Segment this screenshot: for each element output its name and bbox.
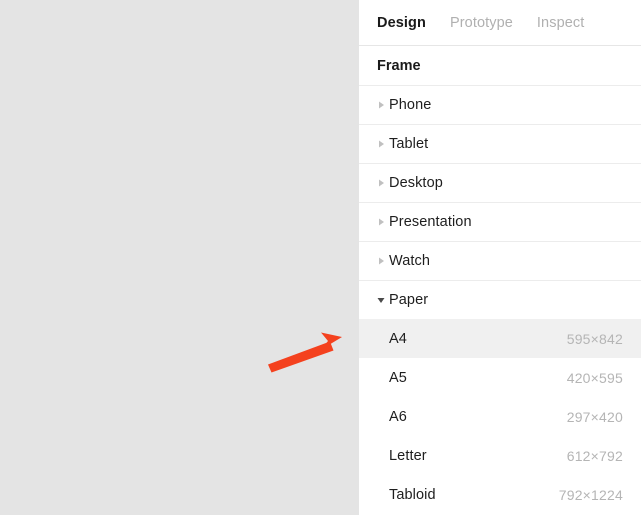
list-item-tabloid[interactable]: Tabloid 792×1224 — [359, 475, 641, 514]
chevron-right-icon — [373, 140, 389, 148]
group-label-desktop: Desktop — [389, 175, 443, 191]
chevron-right-icon — [373, 218, 389, 226]
chevron-down-icon — [373, 297, 389, 304]
group-label-tablet: Tablet — [389, 136, 429, 152]
list-item-a6[interactable]: A6 297×420 — [359, 397, 641, 436]
paper-size-dimensions: 792×1224 — [558, 486, 623, 503]
group-row-paper[interactable]: Paper — [359, 280, 641, 319]
group-row-phone[interactable]: Phone — [359, 85, 641, 124]
tab-inspect[interactable]: Inspect — [537, 15, 584, 31]
paper-size-name: Letter — [389, 447, 427, 464]
paper-size-name: A6 — [389, 408, 407, 425]
group-row-tablet[interactable]: Tablet — [359, 124, 641, 163]
group-row-watch[interactable]: Watch — [359, 241, 641, 280]
paper-size-dimensions: 297×420 — [566, 408, 623, 425]
list-item-letter[interactable]: Letter 612×792 — [359, 436, 641, 475]
paper-size-dimensions: 420×595 — [566, 369, 623, 386]
section-title-label: Frame — [377, 57, 421, 74]
chevron-right-icon — [373, 101, 389, 109]
paper-size-name: A5 — [389, 369, 407, 386]
group-label-paper: Paper — [389, 292, 429, 308]
chevron-right-icon — [373, 179, 389, 187]
right-properties-panel: Design Prototype Inspect Frame Phone Tab… — [359, 0, 641, 515]
canvas-area[interactable] — [0, 0, 359, 515]
figma-design-panel-screen: Design Prototype Inspect Frame Phone Tab… — [0, 0, 641, 515]
group-label-phone: Phone — [389, 97, 432, 113]
tab-prototype[interactable]: Prototype — [450, 15, 513, 31]
group-label-presentation: Presentation — [389, 214, 472, 230]
panel-tab-bar: Design Prototype Inspect — [359, 0, 641, 46]
paper-size-dimensions: 595×842 — [566, 330, 623, 347]
tab-design[interactable]: Design — [377, 15, 426, 31]
group-row-presentation[interactable]: Presentation — [359, 202, 641, 241]
list-item-a4[interactable]: A4 595×842 — [359, 319, 641, 358]
section-title-frame: Frame — [359, 46, 641, 85]
list-item-a5[interactable]: A5 420×595 — [359, 358, 641, 397]
group-label-watch: Watch — [389, 253, 431, 269]
chevron-right-icon — [373, 257, 389, 265]
paper-size-name: A4 — [389, 330, 407, 347]
paper-size-name: Tabloid — [389, 486, 436, 503]
group-row-desktop[interactable]: Desktop — [359, 163, 641, 202]
paper-size-dimensions: 612×792 — [566, 447, 623, 464]
